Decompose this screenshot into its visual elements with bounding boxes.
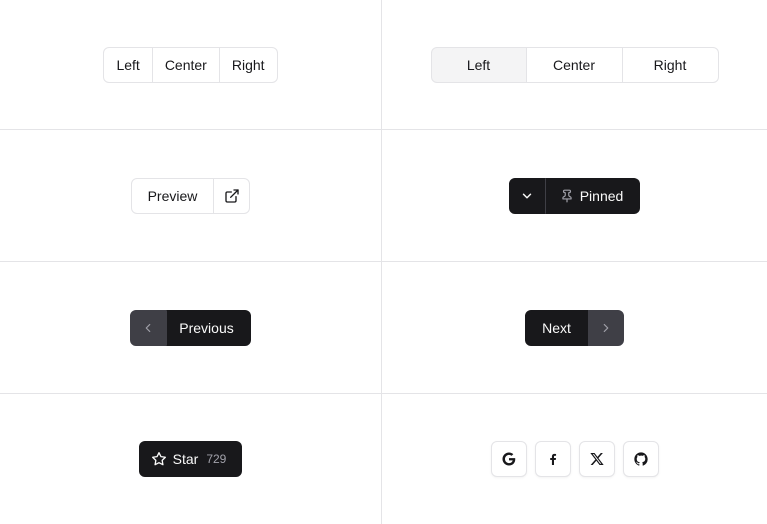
preview-button-group: Preview <box>130 177 251 214</box>
previous-button-group: Previous <box>130 309 251 346</box>
center-button[interactable]: Center <box>526 46 623 83</box>
star-icon <box>151 451 167 467</box>
open-external-button[interactable] <box>214 177 251 214</box>
center-button[interactable]: Center <box>152 46 220 83</box>
chevron-left-icon <box>141 321 155 335</box>
star-button[interactable]: Star 729 <box>138 441 243 477</box>
preview-button[interactable]: Preview <box>130 177 215 214</box>
github-icon <box>633 451 649 467</box>
pin-icon <box>560 189 574 203</box>
github-button[interactable] <box>622 441 659 477</box>
social-buttons <box>490 441 659 477</box>
left-button[interactable]: Left <box>103 46 153 83</box>
cell-segmented-large: Left Center Right <box>382 0 767 130</box>
cell-next: Next <box>382 262 767 394</box>
cell-preview: Preview <box>0 130 382 262</box>
next-arrow-button[interactable] <box>587 309 624 346</box>
next-button-group: Next <box>525 309 624 346</box>
star-count: 729 <box>206 452 227 466</box>
x-button[interactable] <box>578 441 615 477</box>
cell-segmented-small: Left Center Right <box>0 0 382 130</box>
cell-socials <box>382 394 767 524</box>
previous-button[interactable]: Previous <box>166 309 251 346</box>
segmented-control-small: Left Center Right <box>103 46 278 83</box>
external-link-icon <box>224 188 240 204</box>
pinned-button-group: Pinned <box>508 177 641 214</box>
google-icon <box>501 451 517 467</box>
pinned-label: Pinned <box>579 187 624 204</box>
facebook-icon <box>545 451 561 467</box>
button-showcase-grid: Left Center Right Left Center Right Prev… <box>0 0 767 524</box>
pinned-dropdown-button[interactable] <box>508 177 545 214</box>
chevron-right-icon <box>599 321 613 335</box>
x-icon <box>589 451 605 467</box>
google-button[interactable] <box>490 441 527 477</box>
right-button[interactable]: Right <box>219 46 278 83</box>
segmented-control-large: Left Center Right <box>430 46 719 83</box>
right-button[interactable]: Right <box>622 46 719 83</box>
next-button[interactable]: Next <box>525 309 588 346</box>
facebook-button[interactable] <box>534 441 571 477</box>
chevron-down-icon <box>520 189 534 203</box>
left-button-selected[interactable]: Left <box>430 46 527 83</box>
star-label: Star <box>172 451 199 467</box>
pinned-button[interactable]: Pinned <box>544 177 641 214</box>
cell-star: Star 729 <box>0 394 382 524</box>
cell-pinned: Pinned <box>382 130 767 262</box>
previous-arrow-button[interactable] <box>130 309 167 346</box>
cell-previous: Previous <box>0 262 382 394</box>
